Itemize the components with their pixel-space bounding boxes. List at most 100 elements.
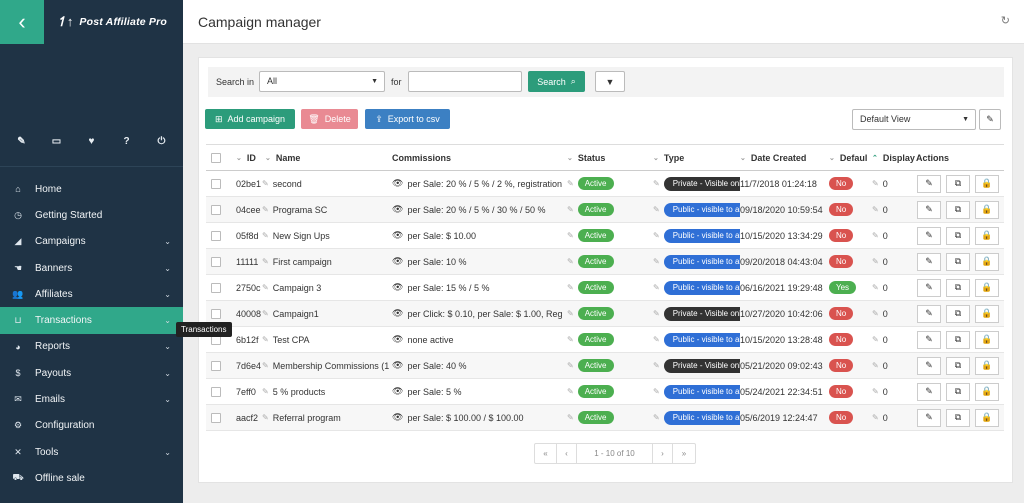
pencil-icon[interactable]: ✎ bbox=[262, 283, 269, 292]
cell-display[interactable]: ✎ 0 bbox=[872, 327, 888, 352]
eye-icon[interactable]: 👁 bbox=[392, 178, 403, 189]
lock-icon[interactable]: 🔒 bbox=[975, 408, 999, 427]
copy-icon[interactable]: ⧉ bbox=[946, 226, 970, 245]
pencil-icon[interactable]: ✎ bbox=[567, 179, 574, 188]
pencil-icon[interactable]: ✎ bbox=[262, 257, 269, 266]
pencil-icon[interactable]: ✎ bbox=[653, 413, 660, 422]
pencil-icon[interactable]: ✎ bbox=[872, 231, 879, 240]
pencil-icon[interactable]: ✎ bbox=[262, 335, 269, 344]
pencil-icon[interactable]: ✎ bbox=[872, 179, 879, 188]
delete-button[interactable]: 🗑 Delete bbox=[301, 109, 358, 129]
cell-status[interactable]: ✎ Active bbox=[567, 223, 614, 248]
pencil-icon[interactable]: ✎ bbox=[872, 413, 879, 422]
cell-status[interactable]: ✎ Active bbox=[567, 249, 614, 274]
pencil-icon[interactable]: ✎ bbox=[653, 179, 660, 188]
row-checkbox[interactable] bbox=[211, 204, 221, 215]
cell-commissions[interactable]: 👁 per Sale: 40 % bbox=[392, 353, 562, 378]
cell-name[interactable]: ✎ Test CPA bbox=[262, 327, 392, 352]
pencil-icon[interactable]: ✎ bbox=[567, 231, 574, 240]
cell-default[interactable]: Yes bbox=[829, 275, 857, 300]
cell-default[interactable]: No bbox=[829, 171, 854, 196]
row-checkbox[interactable] bbox=[211, 256, 221, 267]
eye-icon[interactable]: 👁 bbox=[392, 360, 403, 371]
cell-type[interactable]: ✎ Public - visible to all bbox=[653, 405, 740, 430]
pencil-icon[interactable]: ✎ bbox=[567, 309, 574, 318]
cell-type[interactable]: ✎ Public - visible to all bbox=[653, 327, 740, 352]
cell-status[interactable]: ✎ Active bbox=[567, 353, 614, 378]
pencil-icon[interactable]: ✎ bbox=[262, 309, 269, 318]
column-header-type[interactable]: ⌄ Type bbox=[653, 145, 684, 170]
cell-status[interactable]: ✎ Active bbox=[567, 379, 614, 404]
cell-type[interactable]: ✎ Public - visible to all bbox=[653, 379, 740, 404]
pencil-icon[interactable]: ✎ bbox=[262, 361, 269, 370]
sidebar-item-tools[interactable]: ✕ Tools ⌄ bbox=[0, 439, 183, 465]
cell-display[interactable]: ✎ 0 bbox=[872, 197, 888, 222]
edit-icon[interactable]: ✎ bbox=[917, 200, 941, 219]
column-header-default[interactable]: ⌄ Defaul bbox=[829, 145, 867, 170]
pencil-icon[interactable]: ✎ bbox=[567, 413, 574, 422]
edit-icon[interactable]: ✎ bbox=[917, 278, 941, 297]
copy-icon[interactable]: ⧉ bbox=[946, 356, 970, 375]
copy-icon[interactable]: ⧉ bbox=[946, 408, 970, 427]
column-header-name[interactable]: ⌄ Name bbox=[265, 145, 300, 170]
copy-icon[interactable]: ⧉ bbox=[946, 382, 970, 401]
pencil-icon[interactable]: ✎ bbox=[13, 136, 31, 147]
column-header-commissions[interactable]: Commissions bbox=[392, 145, 451, 170]
filter-button[interactable]: ▼ bbox=[595, 71, 625, 92]
pencil-icon[interactable]: ✎ bbox=[872, 309, 879, 318]
lock-icon[interactable]: 🔒 bbox=[975, 278, 999, 297]
eye-icon[interactable]: 👁 bbox=[392, 256, 403, 267]
sidebar-item-payouts[interactable]: $ Payouts ⌄ bbox=[0, 360, 183, 386]
pencil-icon[interactable]: ✎ bbox=[653, 205, 660, 214]
row-checkbox[interactable] bbox=[211, 360, 221, 371]
pencil-icon[interactable]: ✎ bbox=[262, 179, 269, 188]
cell-status[interactable]: ✎ Active bbox=[567, 327, 614, 352]
cell-display[interactable]: ✎ 0 bbox=[872, 353, 888, 378]
lock-icon[interactable]: 🔒 bbox=[975, 330, 999, 349]
cell-commissions[interactable]: 👁 per Sale: 10 % bbox=[392, 249, 562, 274]
cell-commissions[interactable]: 👁 per Sale: 15 % / 5 % bbox=[392, 275, 562, 300]
pencil-icon[interactable]: ✎ bbox=[567, 387, 574, 396]
pencil-icon[interactable]: ✎ bbox=[872, 387, 879, 396]
lock-icon[interactable]: 🔒 bbox=[975, 304, 999, 323]
eye-icon[interactable]: 👁 bbox=[392, 230, 403, 241]
edit-icon[interactable]: ✎ bbox=[917, 330, 941, 349]
cell-name[interactable]: ✎ First campaign bbox=[262, 249, 392, 274]
cell-default[interactable]: No bbox=[829, 353, 854, 378]
lock-icon[interactable]: 🔒 bbox=[975, 174, 999, 193]
cell-default[interactable]: No bbox=[829, 327, 854, 352]
column-header-date[interactable]: ⌄ Date Created bbox=[740, 145, 806, 170]
cell-display[interactable]: ✎ 0 bbox=[872, 379, 888, 404]
cell-name[interactable]: ✎ second bbox=[262, 171, 392, 196]
sidebar-item-emails[interactable]: ✉ Emails ⌄ bbox=[0, 386, 183, 412]
row-checkbox[interactable] bbox=[211, 308, 221, 319]
edit-view-button[interactable]: ✎ bbox=[979, 109, 1001, 130]
pencil-icon[interactable]: ✎ bbox=[567, 257, 574, 266]
cell-commissions[interactable]: 👁 per Sale: $ 10.00 bbox=[392, 223, 562, 248]
lock-icon[interactable]: 🔒 bbox=[975, 252, 999, 271]
edit-icon[interactable]: ✎ bbox=[917, 304, 941, 323]
column-header-status[interactable]: ⌄ Status bbox=[567, 145, 605, 170]
cell-name[interactable]: ✎ Programa SC bbox=[262, 197, 392, 222]
cell-name[interactable]: ✎ 5 % products bbox=[262, 379, 392, 404]
copy-icon[interactable]: ⧉ bbox=[946, 278, 970, 297]
cell-type[interactable]: ✎Private - Visible only to invited bbox=[653, 171, 740, 196]
sidebar-item-campaigns[interactable]: ◢ Campaigns ⌄ bbox=[0, 229, 183, 255]
sidebar-item-offline-sale[interactable]: ⛟ Offline sale bbox=[0, 465, 183, 491]
pencil-icon[interactable]: ✎ bbox=[872, 257, 879, 266]
cell-default[interactable]: No bbox=[829, 301, 854, 326]
column-header-id[interactable]: ⌄ ID bbox=[236, 145, 256, 170]
cell-type[interactable]: ✎Private - Visible only to invited bbox=[653, 353, 740, 378]
eye-icon[interactable]: 👁 bbox=[392, 412, 403, 423]
pencil-icon[interactable]: ✎ bbox=[262, 231, 269, 240]
cell-default[interactable]: No bbox=[829, 197, 854, 222]
copy-icon[interactable]: ⧉ bbox=[946, 200, 970, 219]
pencil-icon[interactable]: ✎ bbox=[567, 335, 574, 344]
pencil-icon[interactable]: ✎ bbox=[653, 257, 660, 266]
cell-display[interactable]: ✎ 0 bbox=[872, 171, 888, 196]
pencil-icon[interactable]: ✎ bbox=[653, 283, 660, 292]
collapse-sidebar-button[interactable]: ‹ bbox=[0, 0, 44, 44]
pencil-icon[interactable]: ✎ bbox=[872, 283, 879, 292]
search-input[interactable] bbox=[408, 71, 522, 92]
cell-default[interactable]: No bbox=[829, 405, 854, 430]
